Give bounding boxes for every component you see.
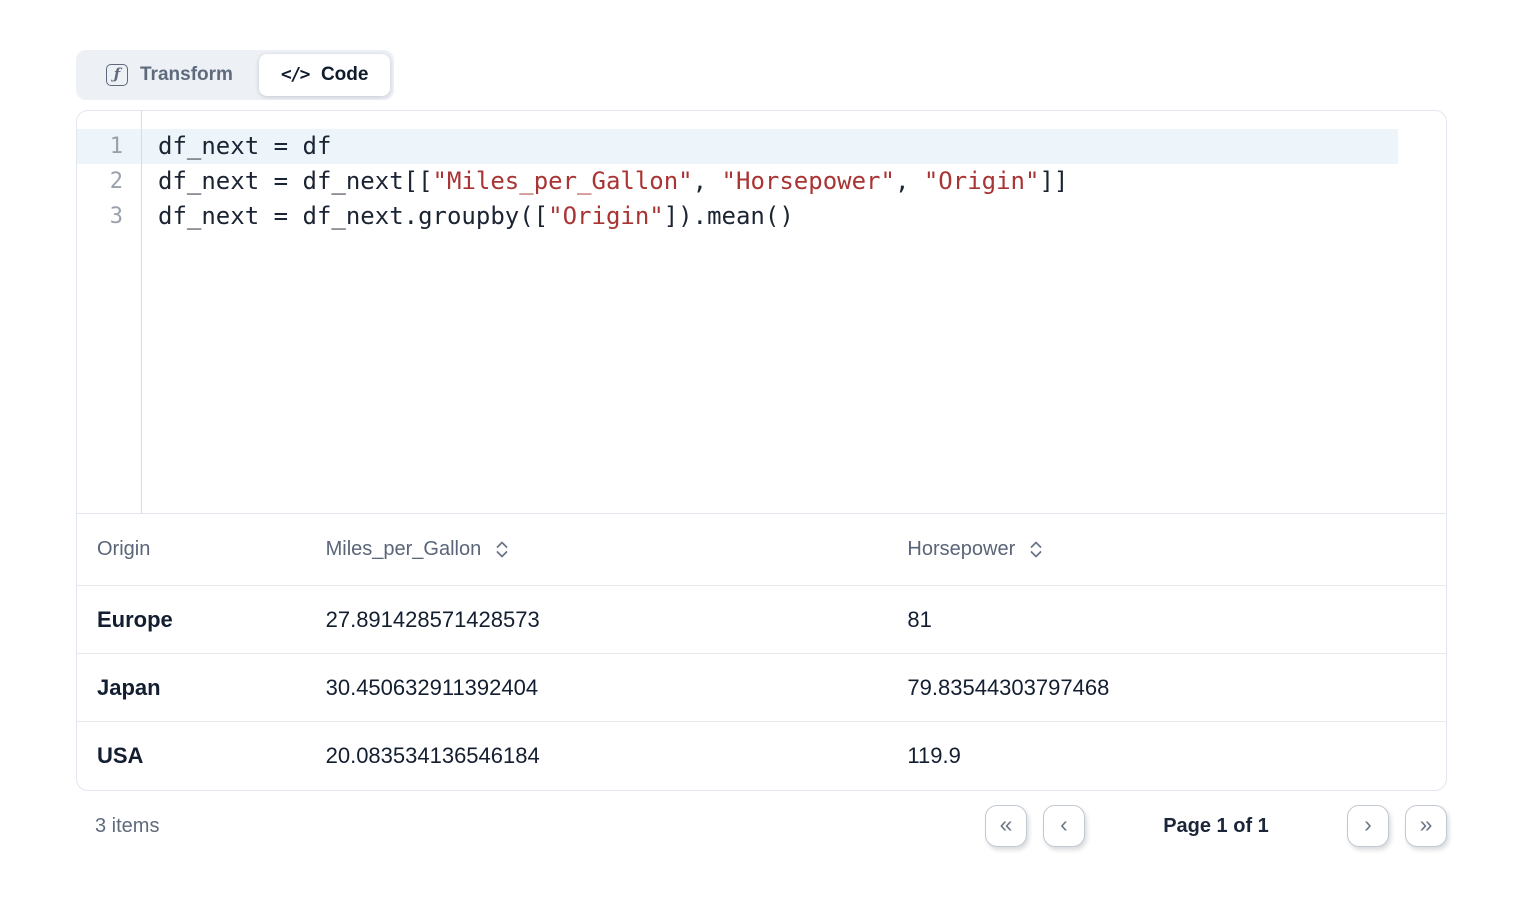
value-cell: 81 (887, 607, 1446, 633)
origin-cell: Japan (77, 675, 306, 701)
code-editor[interactable]: 1df_next = df2df_next = df_next[["Miles_… (77, 111, 1446, 513)
pagination: « ‹ Page 1 of 1 › » (985, 805, 1447, 847)
code-lines: 1df_next = df2df_next = df_next[["Miles_… (77, 129, 1446, 234)
tab-code[interactable]: </> Code (259, 54, 391, 96)
code-text: df_next = df_next.groupby(["Origin"]).me… (141, 199, 1446, 234)
value-cell: 119.9 (887, 743, 1446, 769)
next-page-button[interactable]: › (1347, 805, 1389, 847)
value-cell: 20.083534136546184 (306, 743, 888, 769)
column-header-miles-per-gallon[interactable]: Miles_per_Gallon (306, 538, 888, 561)
code-line[interactable]: 1df_next = df (77, 129, 1446, 164)
value-cell: 27.891428571428573 (306, 607, 888, 633)
page-indicator: Page 1 of 1 (1101, 815, 1331, 838)
tab-transform-label: Transform (140, 64, 233, 86)
code-text: df_next = df (141, 129, 1446, 164)
function-icon: ƒ (106, 64, 128, 86)
table-footer: 3 items « ‹ Page 1 of 1 › » (76, 805, 1447, 847)
column-header-label: Origin (97, 538, 150, 561)
table-body: Europe27.89142857142857381Japan30.450632… (77, 586, 1446, 790)
origin-cell: Europe (77, 607, 306, 633)
tab-bar: ƒ Transform </> Code (76, 50, 394, 100)
column-header-label: Miles_per_Gallon (326, 538, 482, 561)
table-row: Europe27.89142857142857381 (77, 586, 1446, 654)
transform-code-widget: ƒ Transform </> Code 1df_next = df2df_ne… (76, 50, 1447, 847)
tab-code-label: Code (321, 64, 369, 86)
column-header-label: Horsepower (907, 538, 1015, 561)
items-count: 3 items (95, 815, 159, 838)
code-line[interactable]: 3df_next = df_next.groupby(["Origin"]).m… (77, 199, 1446, 234)
code-icon: </> (281, 66, 309, 85)
code-text: df_next = df_next[["Miles_per_Gallon", "… (141, 164, 1446, 199)
origin-cell: USA (77, 743, 306, 769)
table-row: USA20.083534136546184119.9 (77, 722, 1446, 790)
tab-transform[interactable]: ƒ Transform (80, 54, 259, 96)
line-number: 1 (77, 129, 141, 164)
table-header-row: Origin Miles_per_Gallon Horsepower (77, 514, 1446, 586)
table-row: Japan30.45063291139240479.83544303797468 (77, 654, 1446, 722)
gutter-divider (141, 111, 142, 513)
result-table: Origin Miles_per_Gallon Horsepower (77, 513, 1446, 790)
sort-icon[interactable] (495, 540, 509, 559)
column-header-origin: Origin (77, 538, 306, 561)
code-line[interactable]: 2df_next = df_next[["Miles_per_Gallon", … (77, 164, 1446, 199)
line-number: 3 (77, 199, 141, 234)
first-page-button[interactable]: « (985, 805, 1027, 847)
prev-page-button[interactable]: ‹ (1043, 805, 1085, 847)
sort-icon[interactable] (1029, 540, 1043, 559)
value-cell: 30.450632911392404 (306, 675, 888, 701)
code-panel: 1df_next = df2df_next = df_next[["Miles_… (76, 110, 1447, 791)
column-header-horsepower[interactable]: Horsepower (887, 538, 1446, 561)
last-page-button[interactable]: » (1405, 805, 1447, 847)
value-cell: 79.83544303797468 (887, 675, 1446, 701)
line-number: 2 (77, 164, 141, 199)
